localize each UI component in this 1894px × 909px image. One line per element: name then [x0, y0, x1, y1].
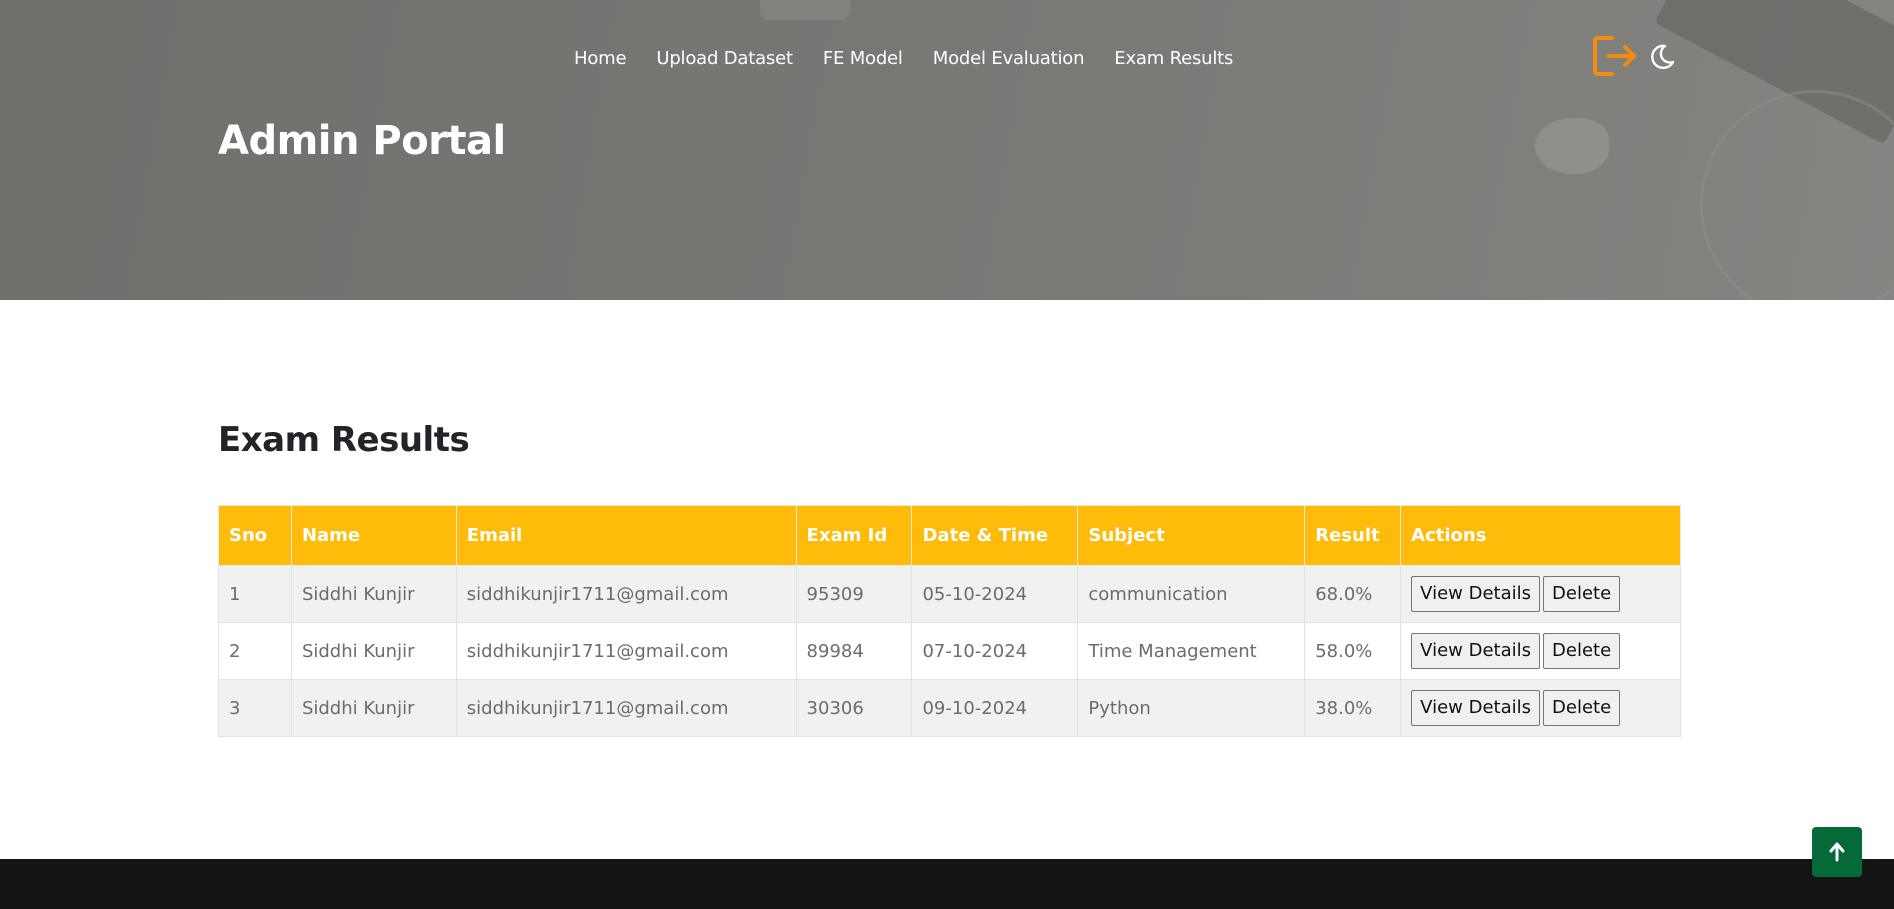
- cell-actions: View Details Delete: [1400, 622, 1681, 680]
- delete-button[interactable]: Delete: [1543, 576, 1621, 612]
- page-title: Admin Portal: [218, 118, 506, 164]
- cell-result: 38.0%: [1304, 679, 1402, 737]
- cell-subject: communication: [1077, 565, 1306, 623]
- background-device-image: [760, 0, 850, 20]
- column-header-subject: Subject: [1077, 505, 1306, 566]
- cell-name: Siddhi Kunjir: [290, 679, 457, 737]
- footer: [0, 859, 1894, 909]
- view-details-button[interactable]: View Details: [1411, 690, 1541, 726]
- background-earbud-image: [1535, 118, 1609, 174]
- table-row: 2 Siddhi Kunjir siddhikunjir1711@gmail.c…: [218, 622, 1681, 680]
- cell-name: Siddhi Kunjir: [290, 565, 457, 623]
- moon-icon[interactable]: [1648, 43, 1676, 71]
- cell-exam-id: 30306: [795, 679, 913, 737]
- column-header-result: Result: [1304, 505, 1402, 566]
- view-details-button[interactable]: View Details: [1411, 576, 1541, 612]
- nav-item-exam-results[interactable]: Exam Results: [1114, 48, 1233, 69]
- nav-item-fe-model[interactable]: FE Model: [823, 48, 903, 69]
- section-title: Exam Results: [218, 420, 470, 460]
- nav-item-model-evaluation[interactable]: Model Evaluation: [933, 48, 1085, 69]
- cell-actions: View Details Delete: [1400, 679, 1681, 737]
- column-header-sno: Sno: [218, 505, 292, 566]
- delete-button[interactable]: Delete: [1543, 690, 1621, 726]
- exam-results-table: Sno Name Email Exam Id Date & Time Subje…: [218, 505, 1681, 737]
- cell-actions: View Details Delete: [1400, 565, 1681, 623]
- main-nav: Home Upload Dataset FE Model Model Evalu…: [574, 48, 1233, 69]
- cell-sno: 3: [218, 679, 292, 737]
- cell-exam-id: 95309: [795, 565, 913, 623]
- cell-exam-id: 89984: [795, 622, 913, 680]
- table-row: 1 Siddhi Kunjir siddhikunjir1711@gmail.c…: [218, 565, 1681, 623]
- cell-date-time: 09-10-2024: [911, 679, 1079, 737]
- background-cable-image: [1700, 90, 1894, 300]
- back-to-top-button[interactable]: [1812, 827, 1862, 877]
- cell-date-time: 05-10-2024: [911, 565, 1079, 623]
- hero-banner: Home Upload Dataset FE Model Model Evalu…: [0, 0, 1894, 300]
- table-header-row: Sno Name Email Exam Id Date & Time Subje…: [218, 505, 1681, 566]
- cell-sno: 2: [218, 622, 292, 680]
- view-details-button[interactable]: View Details: [1411, 633, 1541, 669]
- cell-date-time: 07-10-2024: [911, 622, 1079, 680]
- cell-email: siddhikunjir1711@gmail.com: [455, 565, 797, 623]
- arrow-up-icon: [1829, 842, 1845, 862]
- cell-subject: Python: [1077, 679, 1306, 737]
- column-header-exam-id: Exam Id: [795, 505, 913, 566]
- cell-sno: 1: [218, 565, 292, 623]
- cell-name: Siddhi Kunjir: [290, 622, 457, 680]
- column-header-name: Name: [290, 505, 457, 566]
- cell-subject: Time Management: [1077, 622, 1306, 680]
- cell-email: siddhikunjir1711@gmail.com: [455, 679, 797, 737]
- table-row: 3 Siddhi Kunjir siddhikunjir1711@gmail.c…: [218, 679, 1681, 737]
- column-header-actions: Actions: [1400, 505, 1681, 566]
- cell-result: 68.0%: [1304, 565, 1402, 623]
- nav-item-upload-dataset[interactable]: Upload Dataset: [656, 48, 793, 69]
- column-header-email: Email: [455, 505, 797, 566]
- logout-icon[interactable]: [1590, 32, 1638, 80]
- delete-button[interactable]: Delete: [1543, 633, 1621, 669]
- nav-item-home[interactable]: Home: [574, 48, 627, 69]
- cell-result: 58.0%: [1304, 622, 1402, 680]
- column-header-date-time: Date & Time: [911, 505, 1079, 566]
- cell-email: siddhikunjir1711@gmail.com: [455, 622, 797, 680]
